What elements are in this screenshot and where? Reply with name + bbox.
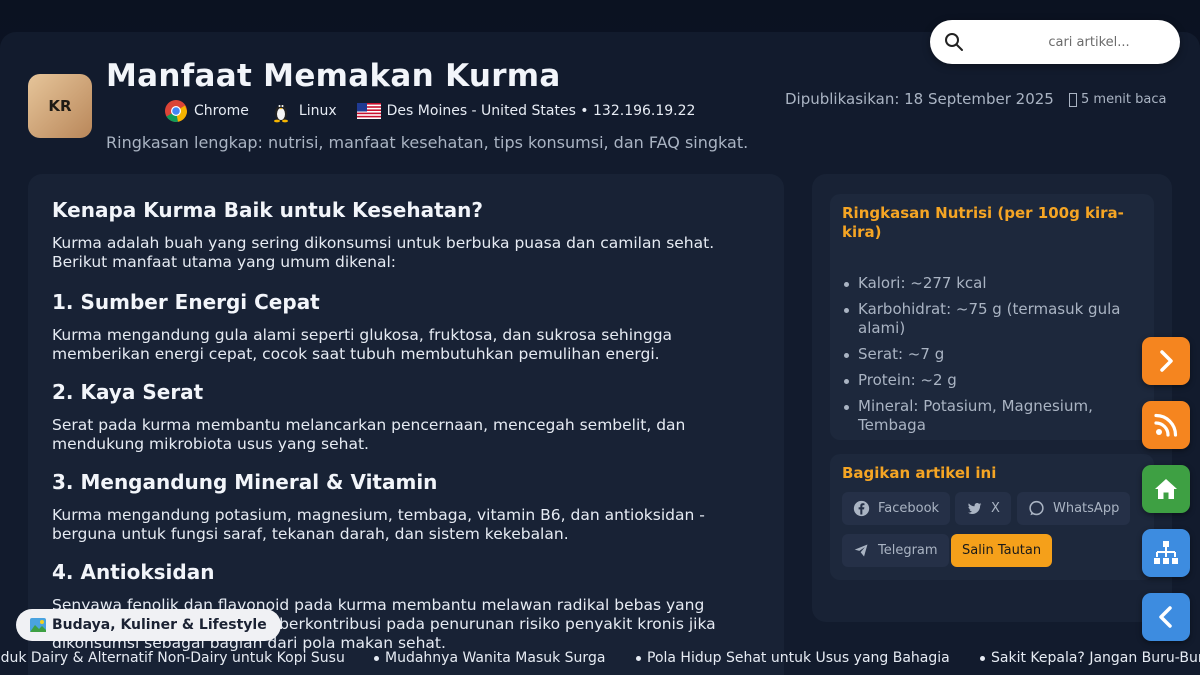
list-item: Protein: ~2 g	[842, 371, 1142, 390]
page-subtitle: Ringkasan lengkap: nutrisi, manfaat kese…	[106, 133, 749, 152]
browser-name: Chrome	[194, 103, 249, 119]
telegram-icon	[854, 544, 868, 557]
landscape-icon	[30, 618, 46, 632]
share-telegram-button[interactable]: Telegram	[842, 534, 949, 567]
search-input[interactable]	[974, 28, 1164, 56]
ticker-item[interactable]: Mudahnya Wanita Masuk Surga	[374, 650, 605, 666]
us-flag-icon	[356, 103, 381, 119]
page: KR Manfaat Memakan Kurma Chrome Linux	[0, 0, 1200, 675]
ticker-label: Pola Hidup Sehat untuk Usus yang Bahagia	[647, 650, 950, 666]
section-title: 1. Sumber Energi Cepat	[52, 290, 320, 314]
site-logo[interactable]: KR	[28, 74, 92, 138]
publish-date: Dipublikasikan: 18 September 2025	[785, 90, 1054, 108]
linux-icon	[273, 105, 288, 123]
location-ip: Des Moines - United States • 132.196.19.…	[386, 103, 696, 119]
chevron-right-icon	[1160, 350, 1173, 372]
category-badge[interactable]: Budaya, Kuliner & Lifestyle	[16, 609, 281, 641]
twitter-icon	[967, 502, 982, 514]
rss-button[interactable]	[1142, 401, 1190, 449]
previous-article-button[interactable]	[1142, 593, 1190, 641]
article-intro: Kurma adalah buah yang sering dikonsumsi…	[52, 234, 715, 271]
bullet-icon	[980, 655, 985, 661]
read-time: 5 menit baca	[1069, 92, 1166, 107]
share-telegram-label: Telegram	[878, 543, 938, 558]
search-icon[interactable]	[944, 32, 964, 52]
os-name: Linux	[298, 103, 337, 119]
sitemap-icon	[1154, 541, 1178, 564]
read-time-label: 5 menit baca	[1081, 92, 1167, 107]
facebook-icon	[853, 500, 870, 517]
article-card: Kenapa Kurma Baik untuk Kesehatan? Kurma…	[28, 174, 784, 675]
ticker-label: Mudahnya Wanita Masuk Surga	[385, 650, 606, 666]
section-title: 4. Antioksidan	[52, 560, 215, 584]
sitemap-button[interactable]	[1142, 529, 1190, 577]
section-title: 3. Mengandung Mineral & Vitamin	[52, 470, 438, 494]
sidebar: Ringkasan Nutrisi (per 100g kira-kira) K…	[812, 174, 1172, 622]
list-item: Karbohidrat: ~75 g (termasuk gula alami)	[842, 300, 1142, 338]
share-x-button[interactable]: X	[955, 492, 1011, 525]
ticker-label: oduk Dairy & Alternatif Non-Dairy untuk …	[0, 650, 345, 666]
search-bar[interactable]	[930, 20, 1180, 64]
copy-link-button[interactable]: Salin Tautan	[951, 534, 1053, 567]
share-whatsapp-label: WhatsApp	[1053, 501, 1120, 516]
list-item: Kalori: ~277 kcal	[842, 274, 1142, 293]
section-title: 2. Kaya Serat	[52, 380, 204, 404]
article-heading: Kenapa Kurma Baik untuk Kesehatan?	[52, 198, 483, 222]
section-body: Kurma mengandung gula alami seperti gluk…	[52, 326, 673, 363]
ticker-item[interactable]: Sakit Kepala? Jangan Buru-Buru	[980, 650, 1200, 666]
nutrition-card: Ringkasan Nutrisi (per 100g kira-kira) K…	[830, 194, 1154, 440]
list-item: Mineral: Potasium, Magnesium, Tembaga	[842, 397, 1142, 435]
list-item: Serat: ~7 g	[842, 345, 1142, 364]
ticker-item[interactable]: Pola Hidup Sehat untuk Usus yang Bahagia	[636, 650, 950, 666]
copy-link-label: Salin Tautan	[962, 543, 1042, 558]
whatsapp-icon	[1029, 500, 1044, 516]
home-button[interactable]	[1142, 465, 1190, 513]
share-title: Bagikan artikel ini	[842, 464, 997, 482]
bullet-icon	[374, 655, 379, 661]
chevron-left-icon	[1159, 606, 1172, 628]
category-label: Budaya, Kuliner & Lifestyle	[52, 617, 267, 633]
ticker-label: Sakit Kepala? Jangan Buru-Buru	[991, 650, 1200, 666]
nutrition-title: Ringkasan Nutrisi (per 100g kira-kira)	[842, 204, 1124, 241]
share-facebook-button[interactable]: Facebook	[842, 492, 951, 525]
section-body: Kurma mengandung potasium, magnesium, te…	[52, 506, 705, 543]
share-x-label: X	[991, 501, 1000, 516]
rss-icon	[1154, 413, 1178, 437]
share-facebook-label: Facebook	[878, 501, 940, 516]
bullet-icon	[636, 655, 641, 661]
share-whatsapp-button[interactable]: WhatsApp	[1017, 492, 1131, 525]
section-body: Serat pada kurma membantu melancarkan pe…	[52, 416, 686, 453]
chrome-icon	[165, 100, 187, 122]
nutrition-list: Kalori: ~277 kcal Karbohidrat: ~75 g (te…	[842, 274, 1142, 442]
news-ticker: oduk Dairy & Alternatif Non-Dairy untuk …	[0, 648, 1200, 670]
visitor-info: Chrome Linux Des Moines - United States …	[164, 99, 695, 123]
page-title: Manfaat Memakan Kurma	[106, 58, 561, 94]
next-article-button[interactable]	[1142, 337, 1190, 385]
ticker-item[interactable]: oduk Dairy & Alternatif Non-Dairy untuk …	[0, 650, 345, 666]
home-icon	[1155, 479, 1177, 499]
share-card: Bagikan artikel ini Facebook X WhatsApp …	[830, 454, 1154, 580]
clock-icon	[1069, 92, 1077, 107]
